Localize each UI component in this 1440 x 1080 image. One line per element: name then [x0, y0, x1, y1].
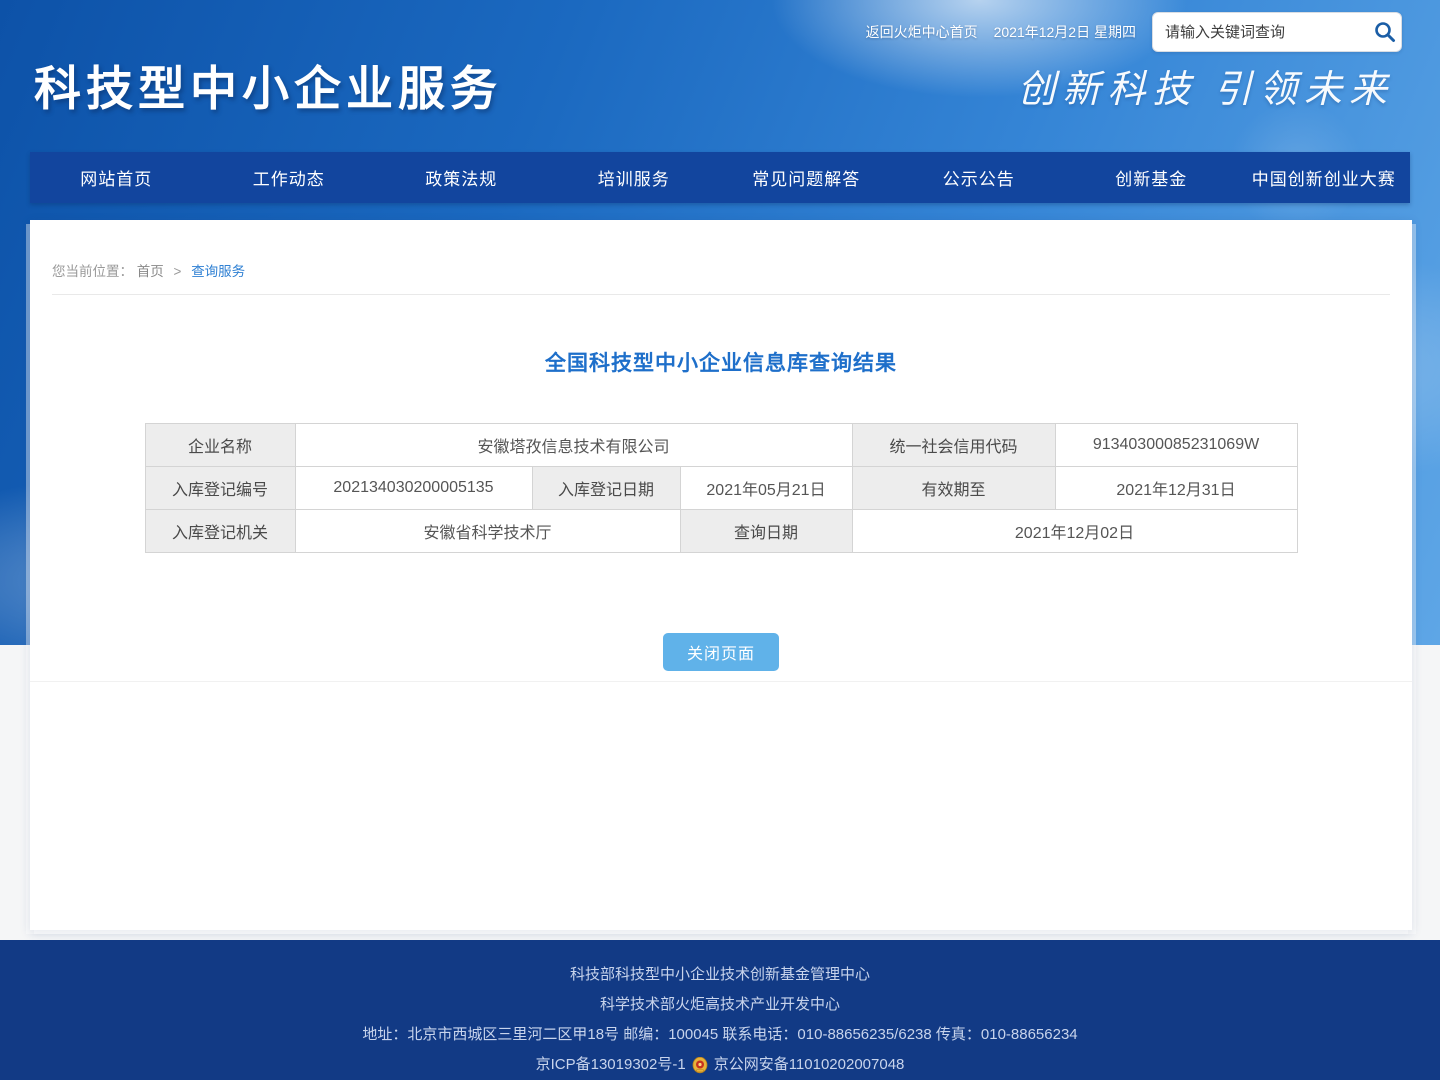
breadcrumb: 您当前位置： 首页 > 查询服务	[30, 220, 1412, 280]
table-row: 企业名称 安徽塔孜信息技术有限公司 统一社会信用代码 9134030008523…	[145, 424, 1297, 467]
search-icon	[1373, 20, 1397, 44]
breadcrumb-home-link[interactable]: 首页	[137, 264, 164, 279]
close-page-button[interactable]: 关闭页面	[663, 633, 779, 671]
reg-number-label: 入库登记编号	[145, 467, 295, 510]
main-nav: 网站首页 工作动态 政策法规 培训服务 常见问题解答 公示公告 创新基金 中国创…	[30, 152, 1410, 203]
security-record-link[interactable]: 京公网安备11010202007048	[714, 1050, 905, 1080]
search-button[interactable]	[1368, 13, 1401, 51]
footer-org-1: 科技部科技型中小企业技术创新基金管理中心	[0, 940, 1440, 990]
company-name-label: 企业名称	[145, 424, 295, 467]
breadcrumb-prefix: 您当前位置：	[52, 264, 133, 279]
site-logo: 科技型中小企业服务	[34, 50, 502, 119]
credit-code-value: 91340300085231069W	[1055, 424, 1297, 467]
reg-authority-label: 入库登记机关	[145, 510, 295, 553]
company-name-value: 安徽塔孜信息技术有限公司	[295, 424, 852, 467]
breadcrumb-separator: >	[174, 264, 182, 279]
nav-item-home[interactable]: 网站首页	[30, 152, 203, 203]
nav-item-policies[interactable]: 政策法规	[375, 152, 548, 203]
page-title: 全国科技型中小企业信息库查询结果	[30, 347, 1412, 377]
valid-until-label: 有效期至	[852, 467, 1055, 510]
return-torch-home-link[interactable]: 返回火炬中心首页	[866, 22, 978, 42]
header-slogan: 创新科技 引领未来	[1017, 58, 1394, 113]
reg-authority-value: 安徽省科学技术厅	[295, 510, 680, 553]
table-row: 入库登记编号 202134030200005135 入库登记日期 2021年05…	[145, 467, 1297, 510]
table-row: 入库登记机关 安徽省科学技术厅 查询日期 2021年12月02日	[145, 510, 1297, 553]
header-topbar: 返回火炬中心首页 2021年12月2日 星期四	[866, 12, 1402, 52]
nav-item-innovation-fund[interactable]: 创新基金	[1065, 152, 1238, 203]
query-date-value: 2021年12月02日	[852, 510, 1297, 553]
search-input[interactable]	[1153, 24, 1368, 41]
nav-item-training[interactable]: 培训服务	[548, 152, 721, 203]
breadcrumb-current-link[interactable]: 查询服务	[191, 264, 245, 279]
reg-date-label: 入库登记日期	[532, 467, 680, 510]
footer-contact: 地址：北京市西城区三里河二区甲18号 邮编：100045 联系电话：010-88…	[0, 1020, 1440, 1050]
police-badge-icon	[691, 1056, 709, 1074]
reg-date-value: 2021年05月21日	[680, 467, 852, 510]
valid-until-value: 2021年12月31日	[1055, 467, 1297, 510]
nav-item-work-news[interactable]: 工作动态	[203, 152, 376, 203]
query-date-label: 查询日期	[680, 510, 852, 553]
reg-number-value: 202134030200005135	[295, 467, 532, 510]
result-table: 企业名称 安徽塔孜信息技术有限公司 统一社会信用代码 9134030008523…	[145, 423, 1298, 553]
breadcrumb-divider	[52, 294, 1390, 295]
credit-code-label: 统一社会信用代码	[852, 424, 1055, 467]
footer: 科技部科技型中小企业技术创新基金管理中心 科学技术部火炬高技术产业开发中心 地址…	[0, 940, 1440, 1080]
current-date: 2021年12月2日 星期四	[994, 22, 1136, 42]
section-divider	[30, 681, 1412, 682]
nav-item-competition[interactable]: 中国创新创业大赛	[1238, 152, 1411, 203]
content-card: 您当前位置： 首页 > 查询服务 全国科技型中小企业信息库查询结果 企业名称 安…	[30, 220, 1412, 930]
footer-org-2: 科学技术部火炬高技术产业开发中心	[0, 990, 1440, 1020]
nav-item-faq[interactable]: 常见问题解答	[720, 152, 893, 203]
search-box	[1152, 12, 1402, 52]
nav-item-announcements[interactable]: 公示公告	[893, 152, 1066, 203]
icp-record-link[interactable]: 京ICP备13019302号-1	[536, 1050, 686, 1080]
